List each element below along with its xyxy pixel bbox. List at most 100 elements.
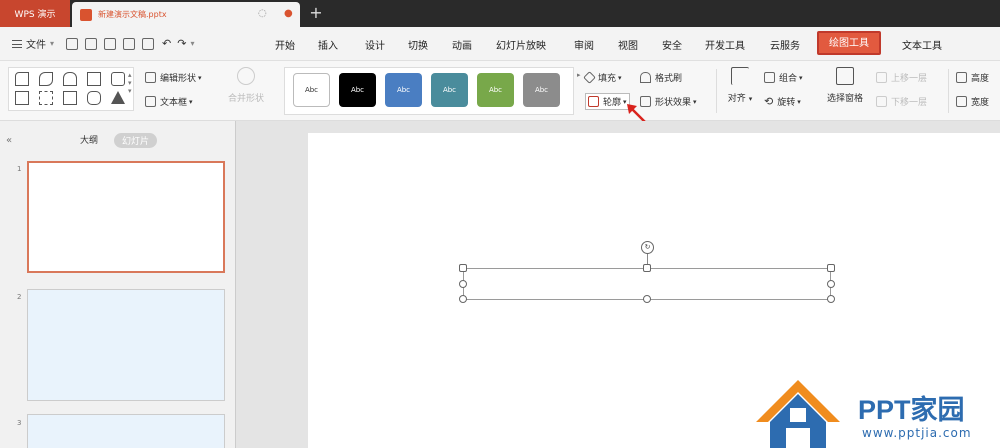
align-button[interactable]: 对齐 ▾	[718, 67, 762, 104]
selection-pane-button[interactable]: 选择窗格	[820, 67, 870, 104]
more-icon[interactable]: ▾	[190, 39, 194, 48]
rectangle-shape-icon[interactable]	[15, 72, 29, 86]
width-field[interactable]: 宽度	[956, 95, 989, 108]
height-field[interactable]: 高度	[956, 71, 989, 84]
octagon-shape-icon[interactable]	[87, 91, 101, 105]
ribbon-separator	[948, 69, 949, 113]
send-backward-label: 下移一层	[891, 98, 928, 108]
bring-forward-label: 上移一层	[891, 74, 928, 84]
app-tab-label: WPS 演示	[14, 10, 56, 20]
menu-animation[interactable]: 动画	[452, 37, 472, 52]
wps-app-tab[interactable]: WPS 演示	[0, 0, 70, 27]
grid-shape-icon[interactable]	[63, 91, 77, 105]
print-preview-icon[interactable]	[142, 37, 155, 50]
width-icon	[956, 96, 967, 107]
style-swatch[interactable]: Abc	[339, 73, 376, 107]
edit-shape-button[interactable]: 编辑形状 ▾	[145, 71, 202, 84]
edit-shape-label: 编辑形状	[160, 74, 197, 84]
selection-pane-icon	[836, 67, 854, 85]
style-swatch[interactable]: Abc	[431, 73, 468, 107]
resize-handle-bottom[interactable]	[643, 295, 651, 303]
menu-cloud[interactable]: 云服务	[770, 37, 800, 52]
tab-outline[interactable]: 大纲	[80, 133, 98, 146]
triangle-shape-icon[interactable]	[111, 91, 125, 104]
selection-pane-label: 选择窗格	[826, 94, 863, 104]
watermark-url: www.pptjia.com	[862, 426, 972, 440]
slide-thumbnail-1[interactable]	[27, 161, 225, 273]
chevron-down-icon: ▾	[797, 97, 801, 106]
menu-text-tools[interactable]: 文本工具	[902, 37, 942, 52]
outline-icon	[588, 96, 599, 107]
menu-design[interactable]: 设计	[365, 37, 385, 52]
menu-security[interactable]: 安全	[662, 37, 682, 52]
document-tab[interactable]: 新建演示文稿.pptx ◌ ●	[72, 2, 300, 27]
frame-shape-icon[interactable]	[15, 91, 29, 105]
style-swatch[interactable]: Abc	[523, 73, 560, 107]
close-tab-icon[interactable]: ●	[284, 8, 293, 19]
menu-view[interactable]: 视图	[618, 37, 638, 52]
slide-thumbnail-2[interactable]	[27, 289, 225, 401]
chevron-down-icon[interactable]: ▾	[50, 39, 54, 48]
shape-gallery	[8, 67, 134, 111]
collapse-panel-icon[interactable]: «	[6, 135, 12, 146]
style-gallery-more-icon[interactable]: ▸	[577, 71, 581, 79]
style-swatch[interactable]: Abc	[385, 73, 422, 107]
snip-rectangle-shape-icon[interactable]	[39, 72, 53, 86]
resize-handle-top-left[interactable]	[459, 264, 467, 272]
ribbon-separator	[716, 69, 717, 113]
redo-icon[interactable]: ↷	[177, 37, 186, 50]
save-icon[interactable]	[85, 37, 98, 50]
fill-button[interactable]: 填充 ▾	[583, 71, 622, 84]
outline-button[interactable]: 轮廓 ▾	[585, 93, 630, 110]
style-swatch[interactable]: Abc	[477, 73, 514, 107]
resize-handle-top-right[interactable]	[827, 264, 835, 272]
style-swatch[interactable]: Abc	[293, 73, 330, 107]
send-backward-icon	[876, 96, 887, 107]
text-box-button[interactable]: 文本框 ▾	[145, 95, 193, 108]
new-tab-button[interactable]: +	[306, 3, 326, 23]
menu-bar: 文件 ▾ ↶ ↷ ▾ 开始 插入 设计 切换 动画 幻灯片放映 审阅 视图 安全…	[0, 27, 1000, 61]
file-menu[interactable]: 文件	[26, 36, 46, 51]
rotate-button[interactable]: ⟲ 旋转 ▾	[764, 95, 801, 108]
square-shape-icon[interactable]	[87, 72, 101, 86]
menu-review[interactable]: 审阅	[574, 37, 594, 52]
menu-icon[interactable]	[12, 39, 22, 48]
combine-button[interactable]: 组合 ▾	[764, 71, 803, 84]
menu-insert[interactable]: 插入	[318, 37, 338, 52]
menu-developer[interactable]: 开发工具	[705, 37, 745, 52]
document-tab-label: 新建演示文稿.pptx	[98, 10, 167, 19]
menu-slideshow[interactable]: 幻灯片放映	[496, 37, 546, 52]
round-rectangle-shape-icon[interactable]	[63, 72, 77, 86]
bring-forward-icon	[876, 72, 887, 83]
open-icon[interactable]	[66, 37, 79, 50]
format-painter-icon	[640, 72, 651, 83]
swatch-label: Abc	[304, 86, 319, 94]
shape-effect-label: 形状效果	[655, 98, 692, 108]
watermark-title: PPT家园	[858, 395, 965, 425]
menu-start[interactable]: 开始	[275, 37, 295, 52]
print-icon[interactable]	[123, 37, 136, 50]
width-label: 宽度	[971, 98, 990, 108]
export-icon[interactable]	[104, 37, 117, 50]
menu-transition[interactable]: 切换	[408, 37, 428, 52]
rotate-handle-icon[interactable]: ↻	[641, 241, 654, 254]
undo-icon[interactable]: ↶	[162, 37, 171, 50]
rotate-label: 旋转	[777, 98, 796, 108]
cloud-sync-icon[interactable]: ◌	[258, 8, 267, 19]
resize-handle-bottom-right[interactable]	[827, 295, 835, 303]
resize-handle-left[interactable]	[459, 280, 467, 288]
rounded-square-shape-icon[interactable]	[111, 72, 125, 86]
menu-drawing-tools[interactable]: 绘图工具	[817, 31, 881, 55]
slide-thumbnail-3[interactable]	[27, 414, 225, 448]
resize-handle-bottom-left[interactable]	[459, 295, 467, 303]
format-painter-button[interactable]: 格式刷	[640, 71, 682, 84]
format-painter-label: 格式刷	[655, 74, 683, 84]
tab-slides[interactable]: 幻灯片	[114, 133, 158, 148]
plus-icon: +	[309, 3, 323, 22]
resize-handle-right[interactable]	[827, 280, 835, 288]
bracket-shape-icon[interactable]	[39, 91, 53, 105]
pptjia-watermark: PPT家园 www.pptjia.com	[750, 378, 1000, 448]
gallery-scroll-icon[interactable]: ▴ ▾ ▾	[128, 71, 132, 95]
resize-handle-top[interactable]	[643, 264, 651, 272]
slide-number: 2	[17, 293, 22, 301]
